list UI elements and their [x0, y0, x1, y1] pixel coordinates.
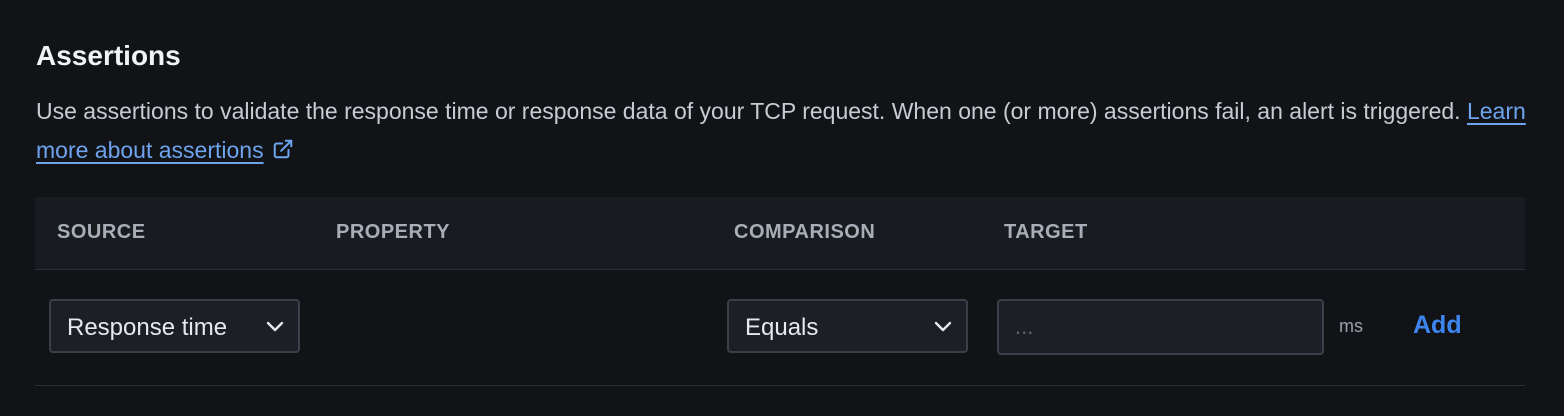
section-description: Use assertions to validate the response … — [36, 92, 1526, 170]
add-assertion-button[interactable]: Add — [1413, 311, 1462, 340]
target-input[interactable] — [997, 299, 1324, 355]
comparison-select[interactable]: Equals — [727, 299, 968, 353]
chevron-down-icon — [266, 321, 284, 332]
assertions-table: SOURCE PROPERTY COMPARISON TARGET Respon… — [35, 197, 1525, 386]
table-header: SOURCE PROPERTY COMPARISON TARGET — [35, 197, 1525, 270]
target-unit-label: ms — [1339, 316, 1363, 336]
section-title: Assertions — [36, 40, 181, 71]
column-header-target: TARGET — [1004, 221, 1088, 243]
table-row: Response time Equals ms Add — [35, 270, 1525, 386]
description-text: Use assertions to validate the response … — [36, 98, 1461, 124]
source-select-value: Response time — [67, 314, 228, 341]
column-header-source: SOURCE — [57, 221, 146, 243]
source-select[interactable]: Response time — [49, 299, 300, 353]
assertions-panel: Assertions Use assertions to validate th… — [0, 0, 1564, 416]
column-header-comparison: COMPARISON — [734, 221, 876, 243]
external-link-icon[interactable] — [272, 138, 294, 160]
chevron-down-icon — [934, 321, 952, 332]
column-header-property: PROPERTY — [336, 221, 451, 243]
comparison-select-value: Equals — [745, 314, 819, 341]
